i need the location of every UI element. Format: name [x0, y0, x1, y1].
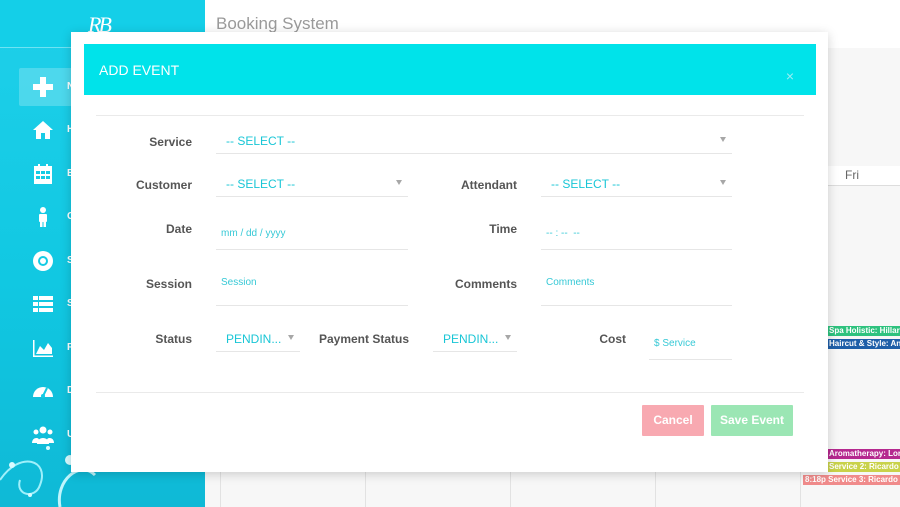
date-label: Date [165, 222, 192, 236]
chevron-down-icon [720, 137, 726, 142]
save-event-button[interactable]: Save Event [711, 405, 793, 436]
session-label: Session [145, 277, 192, 291]
time-label: Time [489, 222, 517, 236]
session-input[interactable] [216, 268, 408, 296]
divider [96, 115, 804, 116]
cost-label: Cost [599, 332, 626, 346]
attendant-select[interactable]: -- SELECT -- [541, 171, 732, 197]
customer-label: Customer [135, 178, 192, 192]
comments-input[interactable] [541, 268, 732, 296]
status-label: Status [155, 332, 192, 346]
time-field[interactable] [541, 218, 732, 250]
chevron-down-icon [396, 180, 402, 185]
cost-field[interactable] [649, 328, 732, 360]
session-field[interactable] [216, 268, 408, 306]
divider [96, 392, 804, 393]
date-field[interactable] [216, 218, 408, 250]
time-input[interactable] [541, 218, 732, 249]
cost-input[interactable] [649, 328, 732, 359]
payment-status-select[interactable]: PENDIN... [433, 326, 517, 352]
close-icon[interactable]: × [786, 68, 794, 84]
attendant-label: Attendant [461, 178, 517, 192]
chevron-down-icon [288, 335, 294, 340]
chevron-down-icon [720, 180, 726, 185]
cancel-button[interactable]: Cancel [642, 405, 704, 436]
customer-select[interactable]: -- SELECT -- [216, 171, 408, 197]
dialog-header: ADD EVENT × [84, 44, 816, 95]
service-select[interactable]: -- SELECT -- [216, 128, 732, 154]
chevron-down-icon [505, 335, 511, 340]
comments-field[interactable] [541, 268, 732, 306]
date-input[interactable] [216, 218, 408, 249]
dialog-title: ADD EVENT [99, 62, 180, 78]
add-event-dialog: ADD EVENT × Service -- SELECT -- Custome… [71, 32, 828, 472]
payment-status-label: Payment Status [318, 332, 409, 346]
comments-label: Comments [454, 277, 517, 291]
service-label: Service [149, 135, 192, 149]
status-select[interactable]: PENDIN... [216, 326, 300, 352]
